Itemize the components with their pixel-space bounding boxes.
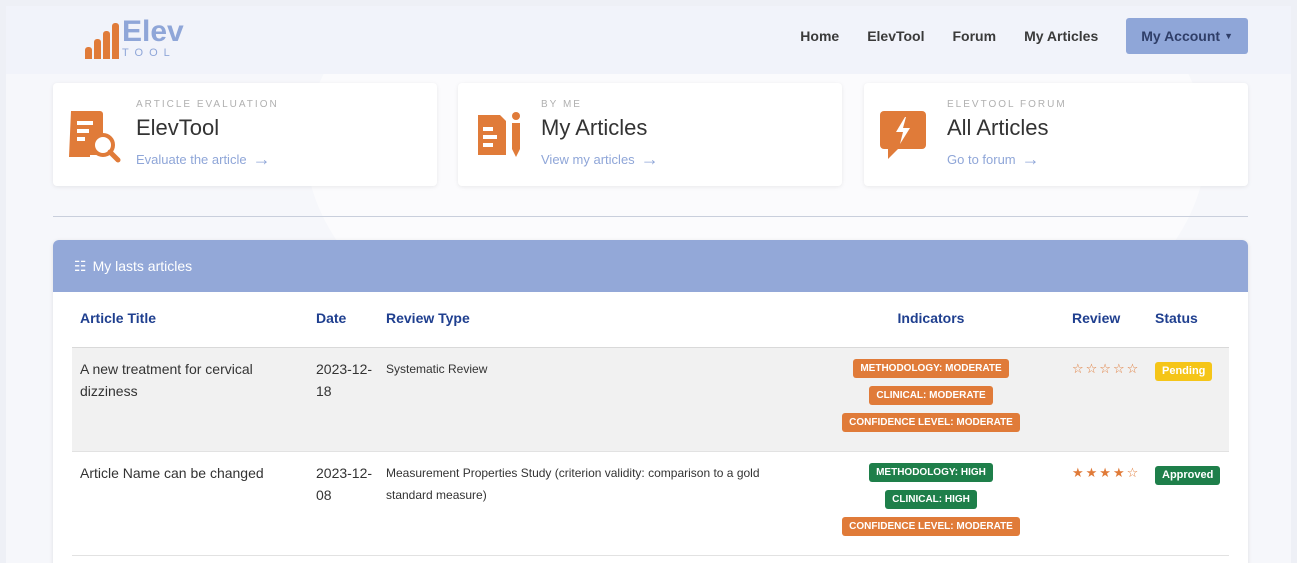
date-part: 2023-12- [316,465,373,481]
rating-stars: ★★★★☆ [1072,465,1141,480]
logo-bars-icon [85,21,119,59]
speech-bolt-icon [880,111,926,159]
article-date: 2023-12- 18 [308,348,378,451]
nav-links: Home ElevTool Forum My Articles My Accou… [772,18,1248,54]
caret-down-icon: ▼ [1224,31,1233,41]
arrow-right-icon: → [640,149,659,169]
document-search-icon [69,111,121,163]
col-status[interactable]: Status [1147,310,1229,326]
nav-forum[interactable]: Forum [953,28,997,44]
date-part: 08 [316,487,332,503]
col-review-type[interactable]: Review Type [378,310,798,326]
indicator-badge: CONFIDENCE LEVEL: MODERATE [842,413,1020,432]
divider [53,216,1248,217]
card-link-label: Go to forum [947,151,1016,167]
card-link-label: Evaluate the article [136,151,247,167]
col-article-title[interactable]: Article Title [72,310,308,326]
col-date[interactable]: Date [308,310,378,326]
col-indicators[interactable]: Indicators [798,310,1064,326]
article-title[interactable]: Article Name can be changed [72,452,308,555]
table-header: Article Title Date Review Type Indicator… [72,310,1229,348]
nav-elevtool[interactable]: ElevTool [867,28,924,44]
logo-name: Elev [122,15,184,48]
indicator-badge: CLINICAL: HIGH [885,490,977,509]
indicator-badge: METHODOLOGY: HIGH [869,463,993,482]
article-title[interactable]: A new treatment for cervical dizziness [72,348,308,451]
card-kicker: BY ME [541,99,582,110]
review-rating: ★★★★☆ [1064,452,1147,555]
card-link-label: View my articles [541,151,635,167]
card-kicker: ELEVTOOL FORUM [947,99,1067,110]
nav-home[interactable]: Home [800,28,839,44]
card-my-articles[interactable]: BY ME My Articles View my articles → [458,83,842,186]
indicator-badge: CONFIDENCE LEVEL: MODERATE [842,517,1020,536]
indicators: METHODOLOGY: MODERATE CLINICAL: MODERATE… [798,348,1064,451]
list-check-icon: ☷ [74,257,87,274]
table-row[interactable]: Article Name can be changed 2023-12- 08 … [72,452,1229,556]
card-title: ElevTool [136,115,220,140]
status-badge: Pending [1155,362,1213,381]
indicator-badge: CLINICAL: MODERATE [869,386,993,405]
panel-title: My lasts articles [92,258,193,274]
my-account-label: My Account [1141,28,1221,44]
panel-header: ☷ My lasts articles [53,240,1248,292]
status-cell: Approved [1147,452,1229,555]
card-title: My Articles [541,115,648,140]
review-rating: ☆☆☆☆☆ [1064,348,1147,451]
my-account-button[interactable]: My Account ▼ [1126,18,1248,54]
indicator-badge: METHODOLOGY: MODERATE [853,359,1009,378]
nav-my-articles[interactable]: My Articles [1024,28,1098,44]
card-all-articles[interactable]: ELEVTOOL FORUM All Articles Go to forum … [864,83,1248,186]
go-to-forum-link[interactable]: Go to forum → [947,150,1040,168]
page: Elev TOOL Home ElevTool Forum My Article… [6,6,1291,563]
review-type: Measurement Properties Study (criterion … [386,466,760,502]
last-articles-panel: ☷ My lasts articles Article Title Date R… [53,240,1248,563]
card-kicker: ARTICLE EVALUATION [136,99,279,110]
table-row[interactable]: A new treatment for cervical dizziness 2… [72,348,1229,452]
col-review[interactable]: Review [1064,310,1147,326]
card-title: All Articles [947,115,1049,140]
document-pen-icon [478,112,520,157]
article-date: 2023-12- 08 [308,452,378,555]
evaluate-article-link[interactable]: Evaluate the article → [136,150,271,168]
navbar: Elev TOOL Home ElevTool Forum My Article… [6,6,1291,74]
articles-table: Article Title Date Review Type Indicator… [72,310,1229,556]
indicators: METHODOLOGY: HIGH CLINICAL: HIGH CONFIDE… [798,452,1064,555]
arrow-right-icon: → [1021,149,1040,169]
card-elevtool[interactable]: ARTICLE EVALUATION ElevTool Evaluate the… [53,83,437,186]
view-my-articles-link[interactable]: View my articles → [541,150,659,168]
logo-sub: TOOL [122,47,176,59]
status-cell: Pending [1147,348,1229,451]
logo[interactable]: Elev TOOL [85,17,184,59]
rating-stars: ☆☆☆☆☆ [1072,361,1141,376]
date-part: 2023-12- [316,361,373,377]
date-part: 18 [316,383,332,399]
review-type: Systematic Review [386,362,488,376]
status-badge: Approved [1155,466,1221,485]
arrow-right-icon: → [252,149,271,169]
